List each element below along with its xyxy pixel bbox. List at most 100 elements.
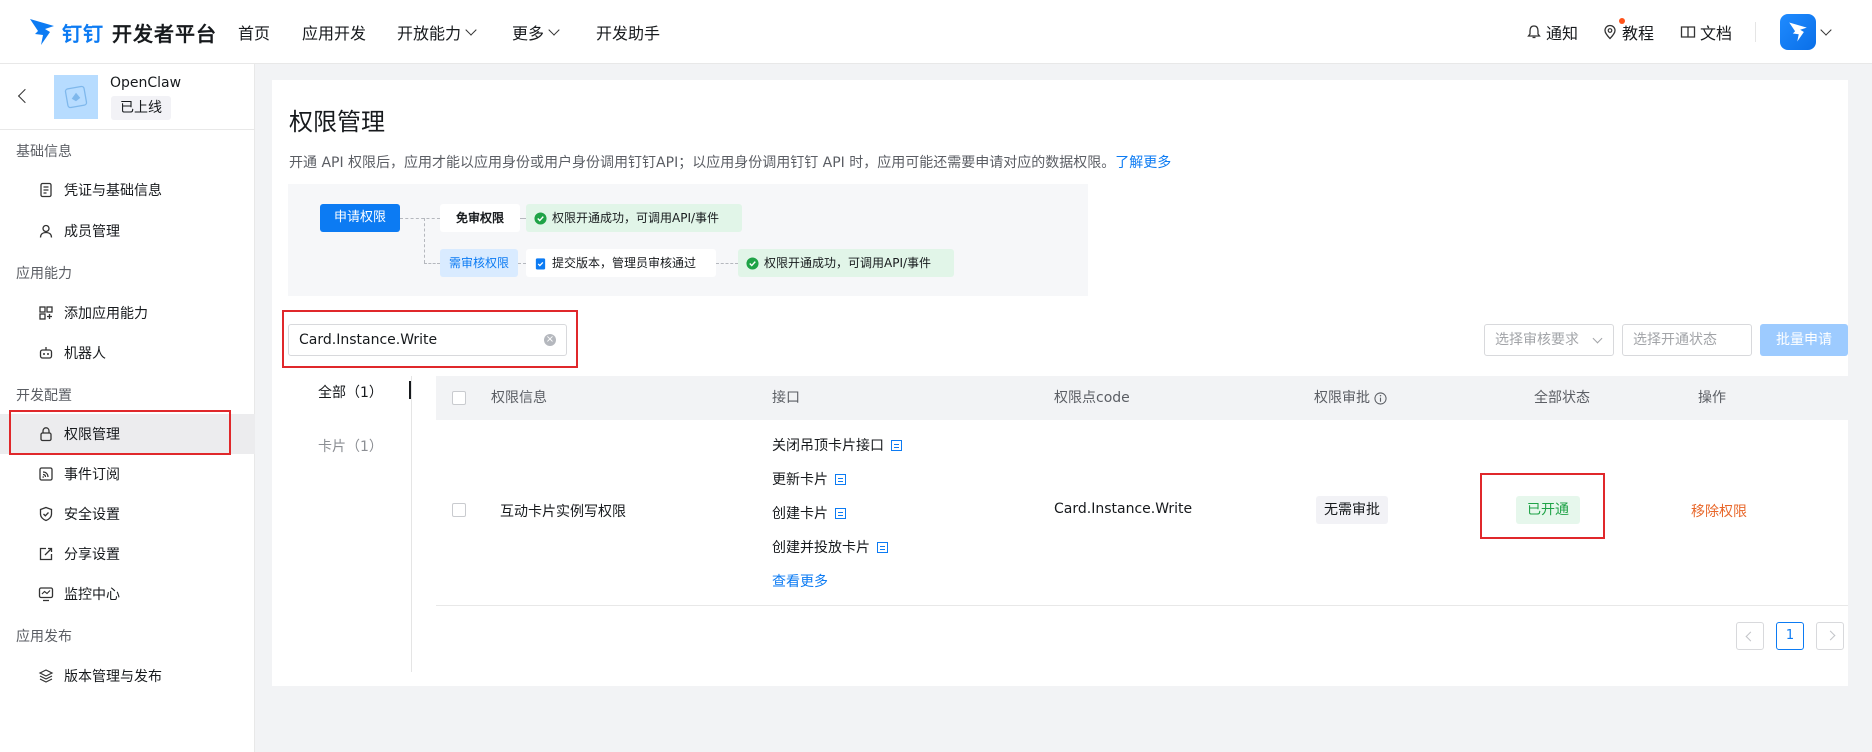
permission-flow-diagram: 申请权限 免审权限 权限开通成功，可调用API/事件 需审核权限 提交版本，管理…: [288, 184, 1088, 296]
back-arrow-icon[interactable]: [17, 88, 33, 104]
check-circle-icon: [746, 256, 759, 270]
col-approval: 权限审批: [1314, 376, 1387, 420]
group-title-basic-info: 基础信息: [16, 144, 72, 160]
col-permission-code: 权限点code: [1054, 390, 1130, 406]
row-divider: [436, 605, 1848, 606]
flow-connector: [424, 263, 440, 264]
learn-more-link[interactable]: 了解更多: [1115, 155, 1171, 171]
flow-connector: [400, 218, 440, 219]
nav-app-dev[interactable]: 应用开发: [302, 0, 366, 64]
permission-code: Card.Instance.Write: [1054, 501, 1193, 517]
shield-icon: [39, 506, 53, 522]
sidebar-item-monitor[interactable]: 监控中心: [0, 574, 255, 614]
nav-dev-assistant[interactable]: 开发助手: [596, 0, 660, 64]
logo-title: 开发者平台: [111, 21, 217, 46]
info-icon[interactable]: [1374, 391, 1387, 405]
success-node-1: 权限开通成功，可调用API/事件: [526, 204, 742, 232]
nav-open-capability[interactable]: 开放能力: [397, 0, 477, 64]
app-logo-icon: [64, 85, 88, 109]
next-page-button[interactable]: [1816, 622, 1844, 650]
apps-grid-icon: [39, 306, 53, 320]
clipboard-check-icon: [535, 257, 546, 270]
chevron-right-icon: [1825, 630, 1835, 641]
view-more-link[interactable]: 查看更多: [772, 571, 828, 591]
select-all-checkbox[interactable]: [452, 391, 466, 405]
col-status[interactable]: 全部状态: [1534, 376, 1590, 420]
no-review-node: 免审权限: [440, 204, 520, 232]
book-icon: [1680, 26, 1696, 38]
notify-link[interactable]: 通知: [1526, 0, 1578, 64]
row-checkbox[interactable]: [452, 503, 466, 517]
sidebar-item-members[interactable]: 成员管理: [0, 211, 255, 251]
api-link-create-deliver-card[interactable]: 创建并投放卡片: [772, 537, 888, 557]
doc-icon[interactable]: [835, 473, 846, 485]
robot-icon: [39, 347, 53, 359]
user-icon: [39, 224, 53, 238]
col-permission-info: 权限信息: [491, 390, 547, 406]
sidebar-item-robot[interactable]: 机器人: [0, 333, 255, 373]
nav-more[interactable]: 更多: [512, 0, 560, 64]
col-actions: 操作: [1698, 390, 1726, 406]
approval-badge: 无需审批: [1316, 496, 1388, 524]
layers-icon: [38, 669, 54, 683]
user-avatar[interactable]: [1780, 14, 1816, 50]
success-node-2: 权限开通成功，可调用API/事件: [738, 249, 954, 277]
dingtalk-logo-icon: [30, 19, 54, 45]
doc-icon[interactable]: [877, 541, 888, 553]
chevron-down-icon: [465, 23, 477, 36]
category-tab-all[interactable]: 全部（1）: [318, 382, 383, 402]
permission-name: 互动卡片实例写权限: [500, 504, 626, 520]
sidebar-item-share[interactable]: 分享设置: [0, 534, 255, 574]
document-icon: [40, 182, 52, 198]
app-header: OpenClaw 已上线: [0, 64, 255, 130]
table-header: 权限信息 接口 权限点code 权限审批 全部状态 操作: [436, 376, 1848, 420]
chevron-down-icon[interactable]: [1820, 24, 1832, 36]
docs-link[interactable]: 文档: [1680, 0, 1732, 64]
logo[interactable]: 钉钉 开发者平台: [28, 12, 217, 52]
group-title-release: 应用发布: [16, 629, 72, 645]
doc-icon[interactable]: [891, 439, 902, 451]
app-name: OpenClaw: [110, 75, 182, 91]
status-select[interactable]: 选择开通状态: [1622, 324, 1752, 356]
category-divider: [411, 376, 412, 672]
group-title-dev-config: 开发配置: [16, 388, 72, 404]
prev-page-button[interactable]: [1736, 622, 1764, 650]
api-link-create-card[interactable]: 创建卡片: [772, 503, 846, 523]
logo-brand: 钉钉: [62, 21, 104, 46]
submit-version-node: 提交版本，管理员审核通过: [526, 249, 716, 277]
page-description: 开通 API 权限后，应用才能以应用身份或用户身份调用钉钉API；以应用身份调用…: [289, 155, 1172, 171]
need-review-node: 需审核权限: [440, 249, 518, 277]
tutorial-link[interactable]: 教程: [1602, 0, 1654, 64]
sidebar-item-credentials[interactable]: 凭证与基础信息: [0, 170, 255, 210]
review-requirement-select[interactable]: 选择审核要求: [1484, 324, 1614, 356]
location-pin-icon: [1604, 24, 1616, 40]
batch-apply-button[interactable]: 批量申请: [1760, 324, 1848, 356]
sidebar-item-security[interactable]: 安全设置: [0, 494, 255, 534]
col-api: 接口: [772, 390, 800, 406]
sidebar-item-version-release[interactable]: 版本管理与发布: [0, 656, 255, 696]
dingtalk-avatar-icon: [1789, 22, 1807, 42]
remove-permission-link[interactable]: 移除权限: [1691, 501, 1747, 521]
category-tab-card[interactable]: 卡片（1）: [318, 436, 383, 456]
page-1-button[interactable]: 1: [1776, 622, 1804, 650]
chevron-down-icon: [548, 23, 560, 36]
main-panel: 权限管理 开通 API 权限后，应用才能以应用身份或用户身份调用钉钉API；以应…: [272, 80, 1848, 686]
chevron-down-icon: [1592, 333, 1603, 344]
check-circle-icon: [534, 211, 547, 225]
sidebar-item-event-subscription[interactable]: 事件订阅: [0, 454, 255, 494]
apply-permission-tag: 申请权限: [320, 204, 400, 232]
api-link-close-top-card[interactable]: 关闭吊顶卡片接口: [772, 435, 902, 455]
api-link-update-card[interactable]: 更新卡片: [772, 469, 846, 489]
notification-dot: [1619, 18, 1625, 24]
top-navbar: 钉钉 开发者平台 首页 应用开发 开放能力 更多 开发助手 通知 教程 文档: [0, 0, 1872, 64]
bell-icon: [1527, 25, 1541, 39]
sidebar: OpenClaw 已上线 基础信息 凭证与基础信息 成员管理 应用能力 添加应用…: [0, 64, 255, 752]
monitor-icon: [38, 587, 54, 602]
page-title: 权限管理: [289, 108, 385, 136]
sidebar-item-add-capability[interactable]: 添加应用能力: [0, 293, 255, 333]
app-status-badge: 已上线: [111, 96, 171, 120]
app-icon: [54, 75, 98, 119]
flow-connector: [518, 263, 526, 264]
doc-icon[interactable]: [835, 507, 846, 519]
nav-home[interactable]: 首页: [238, 0, 270, 64]
